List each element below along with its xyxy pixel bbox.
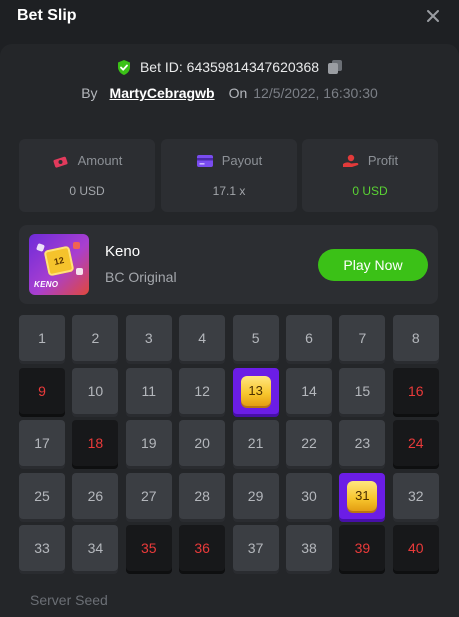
keno-cell-36[interactable]: 36: [179, 525, 226, 571]
keno-cell-5[interactable]: 5: [232, 315, 279, 361]
close-icon: [427, 10, 439, 22]
on-label: On: [228, 85, 248, 101]
keno-cell-33[interactable]: 33: [19, 525, 65, 571]
hand-coin-icon: [342, 154, 359, 167]
hit-gem-icon: 13: [240, 375, 271, 406]
stat-value: 17.1 x: [212, 184, 246, 198]
keno-cell-24[interactable]: 24: [392, 420, 439, 466]
game-card: 12 KENO Keno BC Original Play Now: [19, 225, 438, 304]
stat-label: Profit: [367, 153, 399, 168]
close-button[interactable]: [422, 5, 444, 27]
keno-cell-35[interactable]: 35: [125, 525, 172, 571]
stat-value: 0 USD: [69, 184, 105, 198]
game-provider: BC Original: [105, 269, 177, 285]
keno-cell-20[interactable]: 20: [179, 420, 226, 466]
decor-dot: [73, 242, 80, 249]
keno-cell-14[interactable]: 14: [286, 367, 332, 414]
card-icon: [196, 154, 213, 167]
keno-thumbnail[interactable]: 12 KENO: [29, 234, 89, 295]
keno-cell-6[interactable]: 6: [286, 315, 332, 361]
hit-gem-icon: 31: [347, 480, 378, 511]
keno-cell-21[interactable]: 21: [232, 420, 279, 466]
server-seed-label: Server Seed: [30, 592, 108, 608]
keno-cell-39[interactable]: 39: [339, 525, 386, 571]
keno-board: 1 2 3 4 5 6 7 8 9 10 11 12 13 14 15 16 17 18 19 20 21 22 23 24 2…: [19, 315, 439, 573]
money-icon: [53, 156, 68, 168]
keno-tile-icon: 12: [43, 245, 75, 277]
keno-cell-8[interactable]: 8: [392, 315, 439, 361]
stat-payout: Payout 17.1 x: [161, 139, 297, 212]
keno-cell-30[interactable]: 30: [286, 472, 332, 519]
stat-amount: Amount 0 USD: [19, 139, 155, 212]
copy-icon: [328, 60, 343, 74]
keno-cell-1[interactable]: 1: [19, 315, 65, 361]
keno-cell-19[interactable]: 19: [125, 420, 172, 466]
keno-cell-3[interactable]: 3: [125, 315, 172, 361]
decor-dot: [76, 268, 83, 275]
keno-cell-26[interactable]: 26: [72, 472, 119, 519]
keno-cell-22[interactable]: 22: [286, 420, 332, 466]
copy-button[interactable]: [327, 59, 343, 75]
by-label: By: [81, 85, 98, 101]
keno-cell-25[interactable]: 25: [19, 472, 65, 519]
thumb-title: KENO: [34, 280, 59, 289]
keno-cell-9[interactable]: 9: [19, 367, 65, 414]
keno-cell-16[interactable]: 16: [392, 367, 439, 414]
bet-date: 12/5/2022, 16:30:30: [253, 85, 378, 101]
keno-cell-17[interactable]: 17: [19, 420, 65, 466]
keno-cell-2[interactable]: 2: [72, 315, 119, 361]
stat-label: Payout: [221, 153, 263, 168]
dialog-header: Bet Slip: [0, 0, 459, 33]
keno-cell-27[interactable]: 27: [125, 472, 172, 519]
username-link[interactable]: MartyCebragwb: [110, 85, 215, 101]
keno-cell-31[interactable]: 31: [339, 472, 386, 519]
keno-cell-4[interactable]: 4: [179, 315, 226, 361]
stat-profit: Profit 0 USD: [302, 139, 438, 212]
keno-cell-13[interactable]: 13: [232, 367, 279, 414]
keno-cell-29[interactable]: 29: [232, 472, 279, 519]
bet-id: Bet ID: 64359814347620368: [139, 59, 320, 75]
keno-cell-11[interactable]: 11: [125, 367, 172, 414]
bet-author-row: By MartyCebragwb On 12/5/2022, 16:30:30: [0, 83, 459, 103]
thumb-number: 12: [53, 255, 65, 267]
keno-cell-10[interactable]: 10: [72, 367, 119, 414]
bet-id-row: Bet ID: 64359814347620368: [0, 57, 459, 77]
keno-cell-18[interactable]: 18: [72, 420, 119, 466]
keno-cell-23[interactable]: 23: [339, 420, 386, 466]
keno-cell-32[interactable]: 32: [392, 472, 439, 519]
keno-cell-38[interactable]: 38: [286, 525, 332, 571]
keno-cell-40[interactable]: 40: [392, 525, 439, 571]
keno-cell-34[interactable]: 34: [72, 525, 119, 571]
game-name: Keno: [105, 243, 141, 260]
stat-value: 0 USD: [352, 184, 388, 198]
keno-cell-12[interactable]: 12: [179, 367, 226, 414]
shield-check-icon: [116, 59, 132, 76]
keno-cell-37[interactable]: 37: [232, 525, 279, 571]
keno-cell-28[interactable]: 28: [179, 472, 226, 519]
play-now-button[interactable]: Play Now: [318, 249, 428, 281]
stat-label: Amount: [77, 153, 123, 168]
dialog-title: Bet Slip: [17, 7, 77, 24]
keno-cell-15[interactable]: 15: [339, 367, 386, 414]
keno-cell-7[interactable]: 7: [339, 315, 386, 361]
